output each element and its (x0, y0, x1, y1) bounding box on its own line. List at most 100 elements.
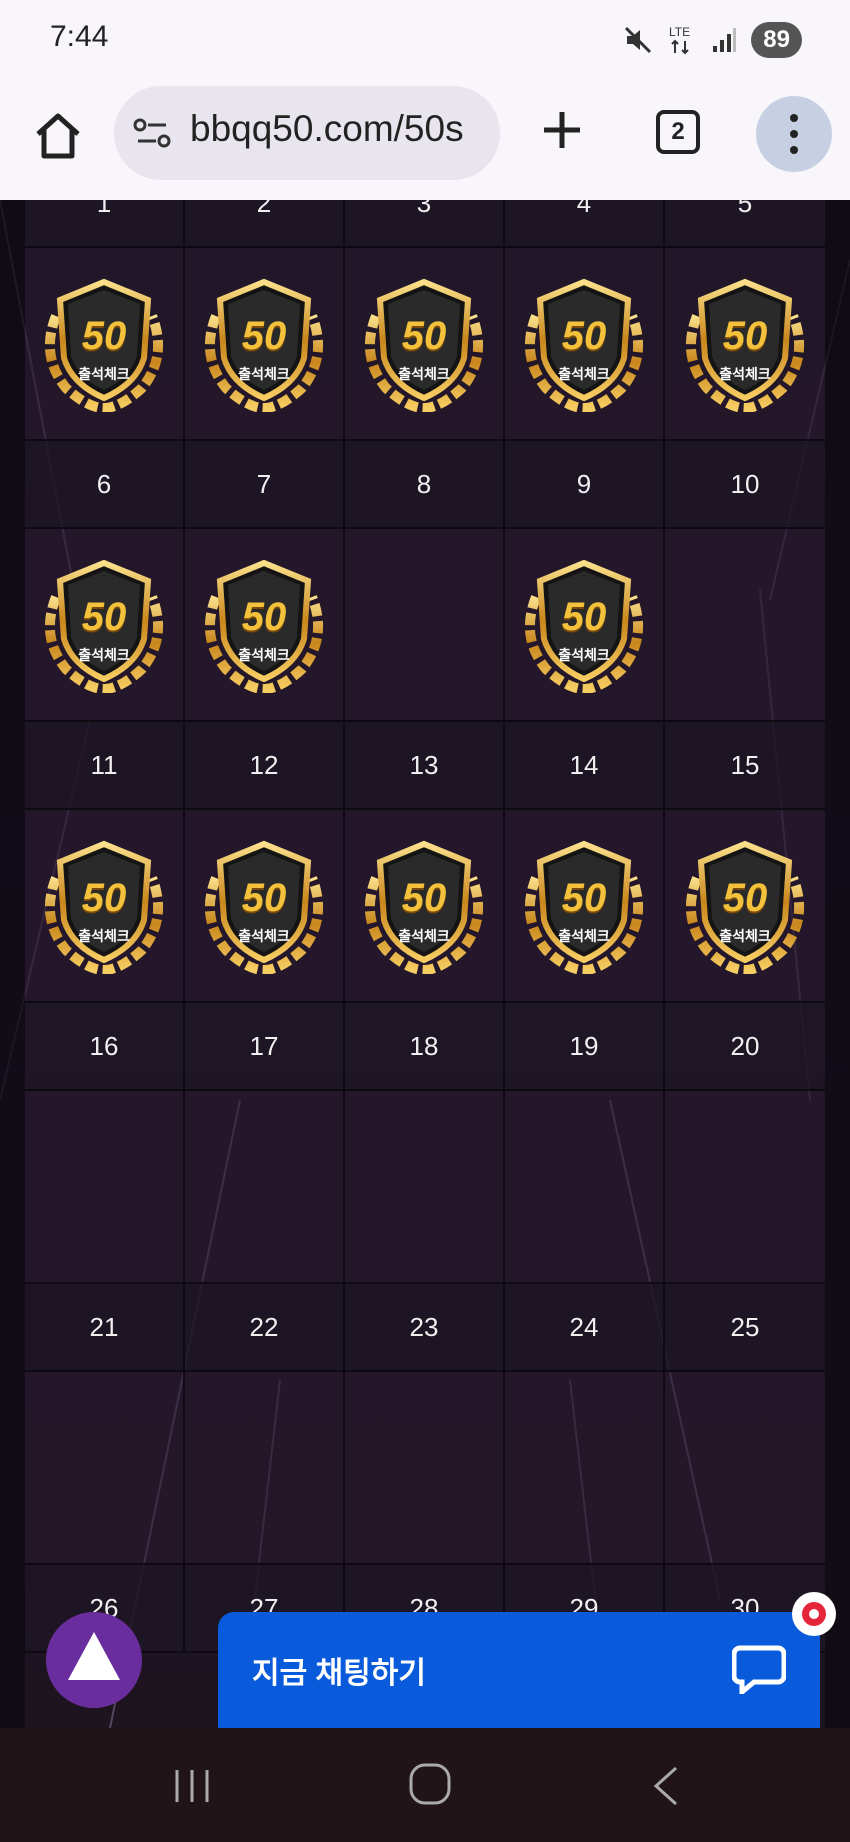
badge-label: 출석체크 (558, 365, 610, 382)
day-cell (345, 529, 505, 722)
badge-label: 출석체크 (78, 646, 130, 663)
day-cell: 50 출석체크 (505, 810, 665, 1003)
day-cell: 50 출석체크 (665, 810, 825, 1003)
day-cell: 50 출석체크 (505, 248, 665, 441)
badge-number: 50 (561, 313, 607, 358)
badge-label: 출석체크 (78, 365, 130, 382)
status-time: 7:44 (50, 20, 109, 53)
attendance-badge-icon: 50 출석체크 (677, 276, 813, 412)
date-number-row: 6 7 8 9 10 (25, 441, 825, 529)
home-icon[interactable] (30, 108, 86, 164)
badge-label: 출석체크 (558, 927, 610, 944)
status-icons: LTE 89 (623, 22, 802, 58)
attendance-badge-icon: 50 출석체크 (196, 557, 332, 693)
day-cell: 50 출석체크 (25, 248, 185, 441)
date-number-row: 16 17 18 19 20 (25, 1003, 825, 1091)
recent-apps-icon[interactable] (172, 1766, 212, 1806)
attendance-badge-icon: 50 출석체크 (516, 276, 652, 412)
nav-home-icon[interactable] (408, 1762, 452, 1806)
date-number: 11 (25, 722, 185, 810)
svg-text:LTE: LTE (669, 25, 690, 39)
date-number: 3 (345, 200, 505, 248)
date-number: 7 (185, 441, 345, 529)
browser-toolbar: bbqq50.com/50s 2 (0, 82, 850, 200)
day-cell (25, 1372, 185, 1565)
attendance-badge-icon: 50 출석체크 (677, 838, 813, 974)
date-number: 8 (345, 441, 505, 529)
day-cell (665, 1091, 825, 1284)
date-number-row: 11 12 13 14 15 (25, 722, 825, 810)
date-number-row: 21 22 23 24 25 (25, 1284, 825, 1372)
triangle-up-icon (68, 1632, 120, 1680)
day-cell: 50 출석체크 (345, 248, 505, 441)
chat-now-button[interactable]: 지금 채팅하기 (218, 1612, 820, 1728)
badge-label: 출석체크 (398, 927, 450, 944)
day-cell (505, 1091, 665, 1284)
day-cell: 50 출석체크 (505, 529, 665, 722)
scroll-top-button[interactable] (46, 1612, 142, 1708)
date-number: 14 (505, 722, 665, 810)
badge-number: 50 (241, 594, 287, 639)
day-cell-row: 50 출석체크 50 출석체크 50 출석체크 50 출석체크 50 출석체크 (25, 248, 825, 441)
date-number: 25 (665, 1284, 825, 1372)
day-cell (345, 1091, 505, 1284)
date-number: 16 (25, 1003, 185, 1091)
badge-number: 50 (241, 313, 287, 358)
badge-label: 출석체크 (78, 927, 130, 944)
back-icon[interactable] (650, 1764, 682, 1808)
attendance-badge-icon: 50 출석체크 (196, 276, 332, 412)
badge-number: 50 (561, 875, 607, 920)
badge-number: 50 (81, 875, 127, 920)
calendar-grid: 1 2 3 4 5 50 출석체크 50 출석체크 50 출석체크 50 출석체크 50 출석체크 6 7 8 9 1… (25, 200, 825, 1653)
date-number: 20 (665, 1003, 825, 1091)
date-number: 15 (665, 722, 825, 810)
date-number-row: 12345 (25, 200, 825, 248)
badge-label: 출석체크 (398, 365, 450, 382)
day-cell: 50 출석체크 (25, 529, 185, 722)
attendance-badge-icon: 50 출석체크 (356, 276, 492, 412)
day-cell: 50 출석체크 (185, 248, 345, 441)
date-number: 10 (665, 441, 825, 529)
system-nav-bar (0, 1728, 850, 1842)
day-cell-row: 50 출석체크 50 출석체크 50 출석체크 50 출석체크 50 출석체크 (25, 810, 825, 1003)
day-cell (665, 529, 825, 722)
date-number: 24 (505, 1284, 665, 1372)
badge-number: 50 (401, 313, 447, 358)
lte-icon: LTE (669, 25, 690, 55)
date-number: 6 (25, 441, 185, 529)
badge-number: 50 (561, 594, 607, 639)
day-cell: 50 출석체크 (25, 810, 185, 1003)
day-cell (185, 1091, 345, 1284)
badge-number: 50 (722, 875, 768, 920)
day-cell: 50 출석체크 (185, 810, 345, 1003)
mute-icon (625, 26, 652, 54)
day-cell (25, 1091, 185, 1284)
badge-label: 출석체크 (238, 365, 290, 382)
chat-label: 지금 채팅하기 (252, 1657, 426, 1690)
date-number: 4 (505, 200, 665, 248)
day-cell (505, 1372, 665, 1565)
date-number: 5 (665, 200, 825, 248)
menu-button[interactable] (756, 96, 832, 172)
site-settings-icon[interactable] (132, 116, 174, 150)
date-number: 22 (185, 1284, 345, 1372)
badge-number: 50 (401, 875, 447, 920)
tab-switcher-button[interactable]: 2 (656, 110, 700, 154)
attendance-badge-icon: 50 출석체크 (36, 557, 172, 693)
date-number: 18 (345, 1003, 505, 1091)
date-number: 9 (505, 441, 665, 529)
attendance-badge-icon: 50 출석체크 (196, 838, 332, 974)
url-text[interactable]: bbqq50.com/50s (190, 108, 464, 150)
badge-label: 출석체크 (719, 927, 771, 944)
url-bar[interactable]: bbqq50.com/50s (114, 86, 500, 180)
chat-bubble-icon (732, 1645, 786, 1694)
badge-label: 출석체크 (719, 365, 771, 382)
date-number: 21 (25, 1284, 185, 1372)
date-number: 23 (345, 1284, 505, 1372)
date-number: 13 (345, 722, 505, 810)
date-number: 17 (185, 1003, 345, 1091)
new-tab-icon[interactable] (536, 104, 588, 156)
day-cell: 50 출석체크 (185, 529, 345, 722)
attendance-badge-icon: 50 출석체크 (516, 838, 652, 974)
status-bar: 7:44 LTE 89 (0, 0, 850, 82)
